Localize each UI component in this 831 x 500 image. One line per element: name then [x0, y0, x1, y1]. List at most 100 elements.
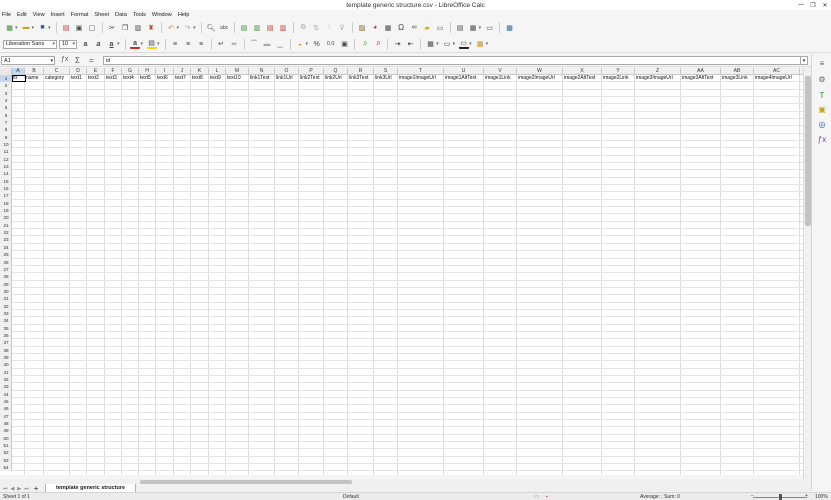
column-header[interactable]: F [105, 68, 122, 75]
underline-icon[interactable]: a [107, 39, 117, 49]
row-header[interactable]: 48 [0, 420, 12, 427]
row-header[interactable]: 21 [0, 222, 12, 229]
row-header[interactable]: 34 [0, 317, 12, 324]
row-header[interactable]: 49 [0, 427, 12, 434]
column-header[interactable]: Z [635, 68, 681, 75]
align-top-icon[interactable]: ▔ [249, 39, 259, 49]
sort-icon[interactable]: ⇅ [311, 23, 321, 33]
row-header[interactable]: 22 [0, 229, 12, 236]
column-header[interactable]: AB [721, 68, 754, 75]
formula-input[interactable]: id [103, 56, 808, 65]
font-name-box[interactable]: Liberation Sans [3, 39, 57, 49]
column-header[interactable]: R [348, 68, 374, 75]
row-header[interactable]: 27 [0, 266, 12, 273]
freeze-dropdown-icon[interactable]: ▾ [479, 25, 482, 31]
open-dropdown-icon[interactable]: ▾ [32, 25, 35, 31]
new-dropdown-icon[interactable]: ▾ [15, 25, 18, 31]
select-all-corner[interactable] [0, 68, 12, 75]
row-header[interactable]: 53 [0, 457, 12, 464]
column-header[interactable]: L [209, 68, 226, 75]
zoom-slider-knob[interactable] [779, 494, 782, 500]
row-header[interactable]: 15 [0, 178, 12, 185]
row-header[interactable]: 36 [0, 332, 12, 339]
row-header[interactable]: 33 [0, 310, 12, 317]
italic-icon[interactable]: a [94, 39, 104, 49]
row-header[interactable]: 1 [0, 75, 12, 83]
column-header[interactable]: G [122, 68, 139, 75]
align-right-icon[interactable]: ≡ [196, 39, 206, 49]
special-character-icon[interactable]: Ω [396, 23, 406, 33]
function-wizard-icon[interactable]: ƒx [61, 56, 68, 63]
page-style[interactable]: Default [343, 494, 359, 500]
menu-sheet[interactable]: Sheet [94, 12, 109, 18]
cut-icon[interactable]: ✂ [107, 23, 117, 33]
clone-formatting-icon[interactable]: ♜ [146, 23, 156, 33]
font-color-dropdown-icon[interactable]: ▾ [141, 41, 144, 47]
row-header[interactable]: 4 [0, 97, 12, 104]
undo-icon[interactable]: ↶ [166, 23, 176, 33]
save-dropdown-icon[interactable]: ▾ [48, 25, 51, 31]
conditional-dropdown-icon[interactable]: ▾ [486, 41, 489, 47]
border-color-dropdown-icon[interactable]: ▾ [469, 41, 472, 47]
column-header[interactable]: Y [602, 68, 635, 75]
row-header[interactable]: 28 [0, 273, 12, 280]
column-header[interactable]: E [87, 68, 105, 75]
delete-row-icon[interactable]: ▤ [265, 23, 275, 33]
column-header[interactable]: H [139, 68, 156, 75]
column-header[interactable]: Q [324, 68, 348, 75]
insert-column-icon[interactable]: ▥ [252, 23, 262, 33]
column-header[interactable]: P [299, 68, 324, 75]
menu-data[interactable]: Data [115, 12, 127, 18]
row-header[interactable]: 29 [0, 281, 12, 288]
copy-icon[interactable]: ❐ [120, 23, 130, 33]
menu-file[interactable]: File [2, 12, 11, 18]
column-header[interactable]: S [374, 68, 398, 75]
border-style-dropdown-icon[interactable]: ▾ [453, 41, 456, 47]
row-header[interactable]: 39 [0, 354, 12, 361]
row-header[interactable]: 26 [0, 259, 12, 266]
menu-view[interactable]: View [33, 12, 45, 18]
column-header[interactable]: J [174, 68, 191, 75]
row-header[interactable]: 19 [0, 207, 12, 214]
last-sheet-icon[interactable]: ⏭ [24, 486, 29, 492]
row-header[interactable]: 17 [0, 192, 12, 199]
column-header[interactable]: K [191, 68, 209, 75]
hyperlink-icon[interactable]: ∞ [409, 23, 419, 33]
row-header[interactable]: 40 [0, 361, 12, 368]
row-header[interactable]: 10 [0, 141, 12, 148]
column-header[interactable]: C [44, 68, 70, 75]
center-vertically-icon[interactable]: ▬ [262, 39, 272, 49]
column-header[interactable]: N [249, 68, 275, 75]
first-sheet-icon[interactable]: ⏮ [3, 486, 8, 492]
prev-sheet-icon[interactable]: ◀ [11, 486, 15, 492]
sort-ascending-icon[interactable]: ↑ [324, 23, 334, 33]
column-header[interactable]: AA [681, 68, 721, 75]
sidebar-menu-icon[interactable]: ≡ [817, 58, 827, 68]
row-header[interactable]: 23 [0, 236, 12, 243]
wrap-text-icon[interactable]: ↵ [216, 39, 226, 49]
open-folder-icon[interactable]: ▬ [21, 23, 31, 33]
undo-dropdown-icon[interactable]: ▾ [177, 25, 180, 31]
delete-decimal-icon[interactable]: .0 [373, 39, 383, 49]
row-header[interactable]: 42 [0, 376, 12, 383]
freeze-panes-icon[interactable]: ▦ [468, 23, 478, 33]
maximize-button[interactable]: ❐ [807, 0, 819, 10]
decrease-indent-icon[interactable]: ⇤ [406, 39, 416, 49]
column-header[interactable]: U [444, 68, 484, 75]
increase-indent-icon[interactable]: ⇥ [393, 39, 403, 49]
find-replace-icon[interactable]: 🔍︎ [206, 23, 216, 33]
pivot-table-icon[interactable]: ▦ [383, 23, 393, 33]
row-header[interactable]: 35 [0, 325, 12, 332]
align-center-icon[interactable]: ≡ [183, 39, 193, 49]
row-header[interactable]: 30 [0, 288, 12, 295]
row-header[interactable]: 54 [0, 464, 12, 471]
row-header[interactable]: 43 [0, 383, 12, 390]
insert-row-icon[interactable]: ▤ [239, 23, 249, 33]
row-header[interactable]: 16 [0, 185, 12, 192]
row-header[interactable]: 12 [0, 156, 12, 163]
row-header[interactable]: 46 [0, 405, 12, 412]
zoom-level[interactable]: 100% [815, 494, 828, 500]
row-header[interactable]: 41 [0, 369, 12, 376]
row-header[interactable]: 14 [0, 170, 12, 177]
row-header[interactable]: 7 [0, 119, 12, 126]
